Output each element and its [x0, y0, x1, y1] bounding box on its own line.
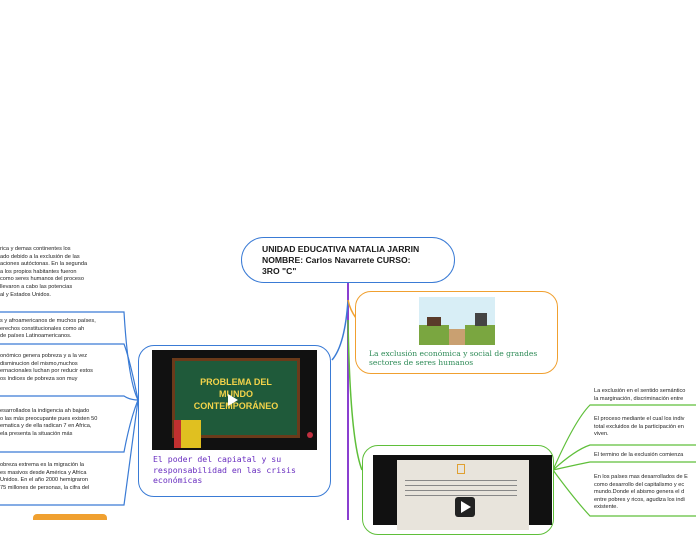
leaf-line: os índices de pobreza son muy: [0, 375, 78, 382]
left-leaf-5[interactable]: obreza extrema es la migración la es mas…: [0, 462, 120, 492]
leaf-line: como desarrollo del capitalismo y ec: [594, 481, 685, 488]
leaf-line: s y afroamericanos de muchos países,: [0, 318, 96, 324]
leaf-line: La exclusión en el sentido semántico: [594, 388, 686, 394]
right-leaf-4[interactable]: En los países mas desarrollados de E com…: [594, 474, 696, 512]
central-topic-line-1: UNIDAD EDUCATIVA NATALIA JARRIN: [262, 244, 420, 254]
leaf-line: Unidos. En el año 2000 hemigraron: [0, 477, 89, 484]
central-topic-line-2: NOMBRE: Carlos Navarrete CURSO:: [262, 255, 411, 265]
leaf-line: ematica y de ella radican 7 en Africa,: [0, 423, 92, 430]
central-topic-line-3: 3RO "C": [262, 266, 297, 276]
leaf-line: El termino de la exclusión comienza: [594, 452, 684, 458]
leaf-line: entre pobres y ricos, agudiza los indi: [594, 496, 685, 503]
leaf-line: erechos constitucionales como ah: [0, 325, 85, 332]
left-leaf-3[interactable]: onómico genera pobreza y a la vez dismin…: [0, 353, 120, 383]
leaf-line: a los propios habitantes fueron: [0, 268, 77, 275]
leaf-line: o las más preocupante pues existen 50: [0, 415, 98, 422]
leaf-line: existente.: [594, 504, 618, 511]
leaf-line: El proceso mediante el cual los indiv: [594, 416, 685, 422]
right-leaf-3[interactable]: El termino de la exclusión comienza: [594, 452, 696, 460]
leaf-line: disminucion del mismo,muchos: [0, 360, 78, 367]
leaf-line: llevaron a cabo las potencias: [0, 283, 73, 290]
topic-power-of-capital[interactable]: PROBLEMA DEL MUNDO CONTEMPORÁNEO El pode…: [138, 345, 331, 497]
grass-right: [465, 325, 495, 345]
board-title-1: PROBLEMA DEL: [200, 377, 272, 387]
branch-left: [331, 299, 349, 361]
leaf-line: viven.: [594, 431, 609, 438]
left-leaf-4[interactable]: esarrollados la indigencia ah bajado o l…: [0, 408, 120, 438]
leaf-line: total excluidos de la participación en: [594, 423, 684, 430]
topic-caption: El poder del capiatal y su responsabilid…: [153, 454, 296, 485]
leaf-line: ela presenta la situación más: [0, 430, 73, 437]
play-icon[interactable]: [455, 497, 475, 517]
left-leaf-1[interactable]: rica y demas continentes los ado debido …: [0, 246, 120, 299]
exclusion-illustration: [419, 297, 495, 345]
leaf-line: onómico genera pobreza y a la vez: [0, 353, 88, 359]
left-leaf-2[interactable]: s y afroamericanos de muchos países, ere…: [0, 318, 120, 341]
topic-caption: La exclusión económica y social de grand…: [369, 349, 538, 367]
central-topic[interactable]: UNIDAD EDUCATIVA NATALIA JARRIN NOMBRE: …: [241, 237, 455, 283]
right-leaf-1[interactable]: La exclusión en el sentido semántico la …: [594, 388, 696, 403]
leaf-line: ado debido a la exclusión de las: [0, 253, 80, 260]
leaf-line: como seres humanos del proceso: [0, 276, 84, 283]
building-icon: [475, 313, 487, 326]
topic-partial-orange[interactable]: [33, 514, 107, 520]
leaf-line: al y Estados Unidos.: [0, 291, 51, 298]
play-icon[interactable]: [228, 394, 242, 408]
people-icon: [427, 317, 441, 326]
topic-economic-exclusion[interactable]: La exclusión económica y social de grand…: [355, 291, 558, 374]
leaf-line: aciones autóctonas. En la segunda: [0, 261, 88, 268]
leaf-line: mundo.Donde el abismo genera el d: [594, 489, 685, 496]
leaf-line: rica y demas continentes los: [0, 246, 71, 252]
video-thumbnail[interactable]: [373, 455, 552, 530]
video-thumbnail[interactable]: PROBLEMA DEL MUNDO CONTEMPORÁNEO: [152, 350, 317, 450]
cliff-gap: [449, 329, 465, 345]
leaf-line: obreza extrema es la migración la: [0, 462, 84, 468]
topic-document-video[interactable]: [362, 445, 554, 535]
leaf-line: es masivos desde América y Africa: [0, 469, 87, 476]
right-leaf-2[interactable]: El proceso mediante el cual los indiv to…: [594, 416, 696, 439]
leaf-line: de países Latinoamericanos.: [0, 333, 72, 340]
grass-left: [419, 325, 449, 345]
logo-icon: [307, 432, 313, 438]
books-icon: [174, 420, 201, 448]
leaf-line: esarrollados la indigencia ah bajado: [0, 408, 90, 414]
document-icon: [457, 464, 465, 474]
leaf-line: la marginación, discriminación entre: [594, 395, 684, 402]
leaf-line: 75 millones de personas, la cifra del: [0, 484, 90, 491]
leaf-line: En los países mas desarrollados de E: [594, 474, 688, 480]
leaf-line: ernacionales luchan por reducir estos: [0, 368, 93, 375]
